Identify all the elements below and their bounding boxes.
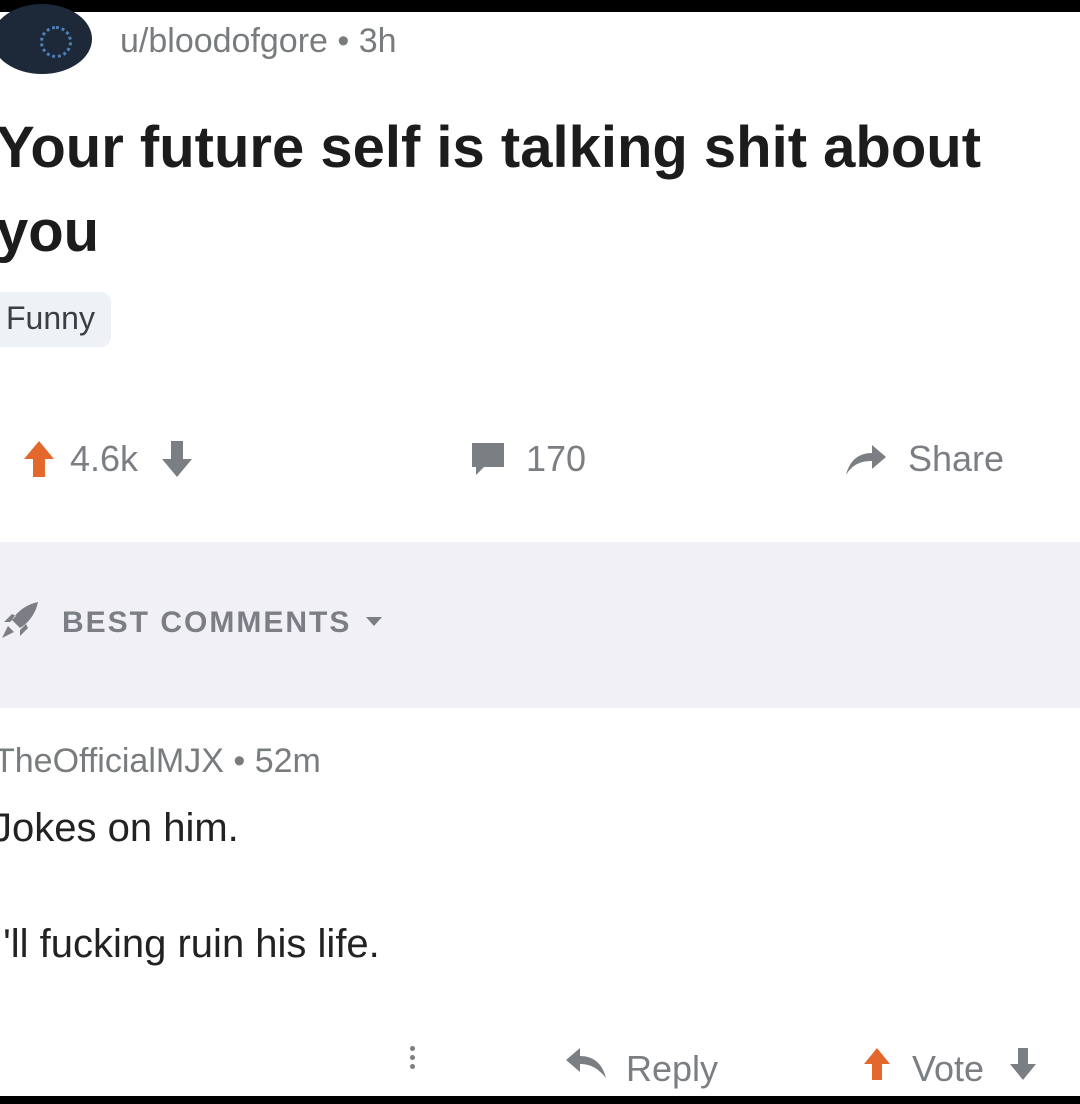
comment-vote-group: Vote: [862, 1046, 1038, 1091]
comment-age: 52m: [254, 742, 321, 780]
post-score: 4.6k: [70, 438, 139, 479]
comment-bubble-icon: [470, 439, 506, 479]
meta-separator: •: [337, 22, 350, 60]
post-flair[interactable]: Funny: [0, 292, 111, 347]
post-title[interactable]: Your future self is talking shit about y…: [0, 106, 1056, 274]
share-label: Share: [908, 438, 1005, 479]
post-meta: u/bloodofgore • 3h: [120, 22, 397, 61]
avatar[interactable]: [0, 4, 92, 74]
sort-label: BEST COMMENTS: [62, 605, 352, 639]
post-age: 3h: [358, 22, 397, 60]
meta-separator: •: [233, 742, 246, 780]
comment-author[interactable]: TheOfficialMJX: [0, 742, 224, 780]
comment-body-line: Jokes on him.: [0, 806, 239, 850]
post-author[interactable]: u/bloodofgore: [120, 22, 328, 60]
more-dots-icon[interactable]: [410, 1044, 415, 1071]
share-arrow-icon: [842, 439, 888, 479]
comment-sort-dropdown[interactable]: BEST COMMENTS: [0, 600, 383, 645]
comments-button[interactable]: 170: [470, 438, 586, 480]
comment-count: 170: [526, 438, 587, 479]
comment-meta: TheOfficialMJX • 52m: [0, 742, 321, 781]
rocket-icon: [0, 600, 42, 645]
chevron-down-icon: [365, 614, 383, 632]
reply-icon: [564, 1046, 608, 1091]
screenshot-top-border: [0, 0, 1080, 12]
upvote-icon[interactable]: [22, 439, 56, 479]
reply-button[interactable]: Reply: [564, 1046, 718, 1091]
vote-label: Vote: [912, 1047, 985, 1089]
downvote-icon[interactable]: [160, 439, 194, 479]
comment-body-line: I'll fucking ruin his life.: [0, 922, 380, 966]
upvote-icon[interactable]: [862, 1046, 892, 1091]
downvote-icon[interactable]: [1008, 1046, 1038, 1091]
post-vote-group: 4.6k: [22, 438, 194, 480]
reply-label: Reply: [626, 1047, 719, 1089]
screenshot-bottom-border: [0, 1096, 1080, 1104]
share-button[interactable]: Share: [842, 438, 1004, 480]
